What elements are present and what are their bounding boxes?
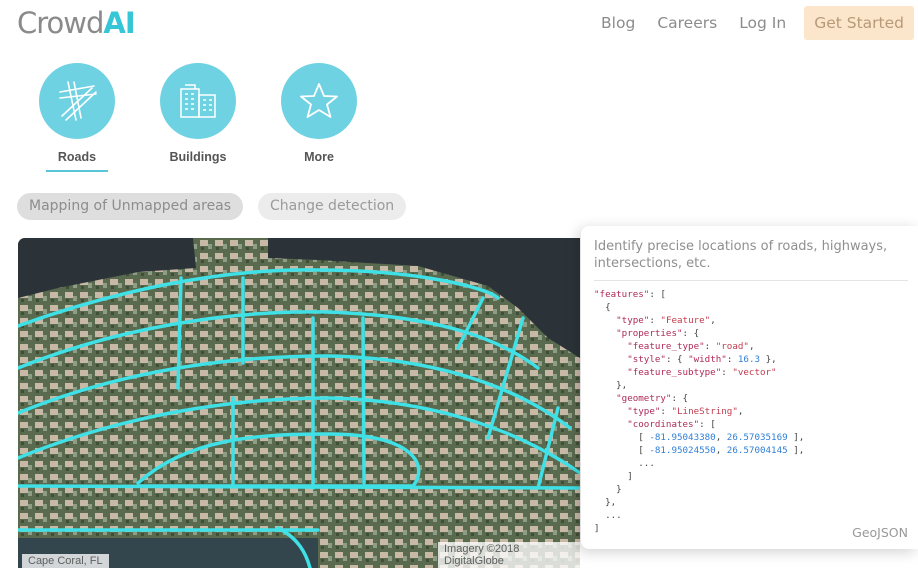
roads-icon: [59, 81, 97, 121]
category-label-more: More: [304, 150, 334, 164]
code-style-key: "style": [627, 354, 666, 365]
format-label: GeoJSON: [852, 525, 908, 540]
code-features-key: "features": [594, 289, 650, 300]
code-width-val: 16.3: [737, 354, 761, 365]
map-canvas: [18, 238, 580, 568]
mode-mapping-button[interactable]: Mapping of Unmapped areas: [17, 193, 244, 220]
code-coordinates-key: "coordinates": [627, 419, 700, 430]
buildings-icon: [180, 84, 216, 118]
code-type-key: "type": [616, 315, 650, 326]
geojson-code-sample: "features": [ { "type": "Feature", "prop…: [594, 289, 805, 534]
panel-description: Identify precise locations of roads, hig…: [594, 239, 888, 271]
selected-underline: [46, 170, 108, 172]
code-type-val: "Feature": [660, 315, 711, 326]
satellite-map[interactable]: Cape Coral, FL Imagery ©2018 DigitalGlob…: [18, 238, 580, 568]
code-feature-type-val: "road": [715, 341, 749, 352]
imagery-credit: Imagery ©2018 DigitalGlobe: [438, 542, 580, 568]
code-subtype-key: "feature_subtype": [627, 367, 722, 378]
nav-careers-link[interactable]: Careers: [657, 14, 717, 32]
crowdai-logo[interactable]: CrowdAI: [17, 6, 136, 40]
category-label-roads: Roads: [57, 150, 97, 164]
code-geometry-key: "geometry": [616, 393, 672, 404]
more-circle[interactable]: [281, 63, 357, 139]
map-location-label: Cape Coral, FL: [22, 554, 109, 568]
output-panel: Identify precise locations of roads, hig…: [581, 226, 918, 549]
buildings-circle[interactable]: [160, 63, 236, 139]
panel-divider: [594, 280, 908, 281]
code-width-key: "width": [688, 354, 727, 365]
nav-blog-link[interactable]: Blog: [601, 14, 635, 32]
code-c1-lat: 26.57035169: [726, 432, 788, 443]
get-started-button[interactable]: Get Started: [804, 5, 914, 40]
top-nav: Blog Careers Log In Get Started: [579, 5, 914, 40]
code-subtype-val: "vector": [732, 367, 777, 378]
mode-change-detection-button[interactable]: Change detection: [258, 193, 407, 220]
category-roads[interactable]: Roads: [27, 63, 127, 172]
nav-login-link[interactable]: Log In: [739, 14, 786, 32]
category-more[interactable]: More: [269, 63, 369, 164]
code-geom-type-val: "LineString": [671, 406, 738, 417]
category-label-buildings: Buildings: [169, 150, 227, 164]
roads-circle[interactable]: [39, 63, 115, 139]
category-buildings[interactable]: Buildings: [148, 63, 248, 164]
code-c1-lon: -81.95043380: [649, 432, 716, 443]
code-c2-lon: -81.95024550: [649, 445, 716, 456]
star-icon: [300, 83, 338, 118]
code-properties-key: "properties": [616, 328, 683, 339]
code-geom-type-key: "type": [627, 406, 661, 417]
logo-text: Crowd: [17, 6, 104, 40]
logo-accent: AI: [103, 6, 135, 40]
code-feature-type-key: "feature_type": [627, 341, 705, 352]
code-c2-lat: 26.57004145: [726, 445, 788, 456]
